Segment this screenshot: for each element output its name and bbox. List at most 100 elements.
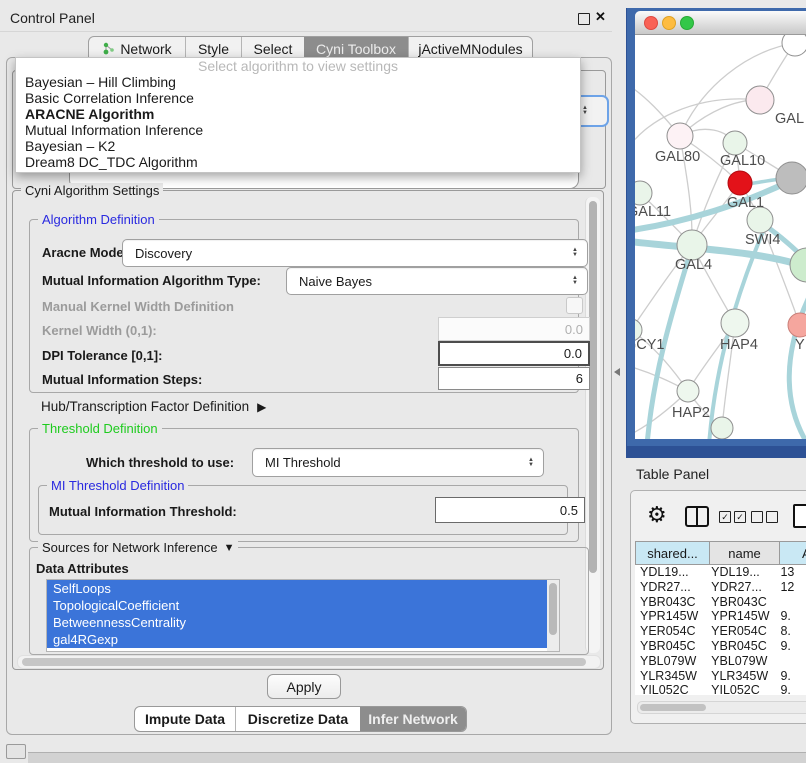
data-attributes-list[interactable]: SelfLoops TopologicalCoefficient Between… [46,579,560,652]
table-row[interactable]: YBR045CYBR045C9. [635,639,806,654]
which-threshold-combo[interactable]: MI Threshold ▲▼ [252,448,544,477]
node-label: GAL [775,111,804,127]
settings-gear-icon[interactable]: ⚙ [647,502,667,528]
mi-threshold-field[interactable]: 0.5 [435,497,585,523]
scrollbar-thumb[interactable] [549,583,557,635]
menu-item-mutual-information[interactable]: Mutual Information Inference [16,122,580,138]
settings-horizontal-scrollbar[interactable] [17,655,601,669]
node-label: GAL10 [720,153,765,169]
table-header: shared... name A [635,541,806,565]
page-icon[interactable] [793,504,806,528]
float-window-icon[interactable] [578,13,590,25]
dpi-tolerance-field[interactable]: 0.0 [438,341,590,366]
node[interactable] [667,123,693,149]
node[interactable] [677,230,707,260]
close-window-icon[interactable] [644,16,658,30]
network-window-frame: GAL GAL80 GAL10 GAL1 GAL11 SWI4 GAL4 GCY… [627,8,806,446]
table-row[interactable]: YBL079WYBL079W [635,654,806,669]
node[interactable] [782,35,806,56]
menu-item-bayesian-hill-climbing[interactable]: Bayesian – Hill Climbing [16,74,580,90]
kernel-width-label: Kernel Width (0,1): [42,323,157,338]
sources-title-text: Sources for Network Inference [42,540,218,555]
table-row[interactable]: YDR27...YDR27...12 [635,580,806,595]
column-header-shared-name[interactable]: shared... [636,542,710,564]
table-panel-window: ⚙ ✓ ✓ shared... name A YDL19...YDL19...1… [630,490,806,724]
hub-factor-expander[interactable]: Hub/Transcription Factor Definition ▶ [41,399,266,414]
select-all-checkboxes-icon[interactable]: ✓ ✓ [719,511,746,523]
node-label: Y [795,337,805,353]
menu-item-aracne[interactable]: ARACNE Algorithm [16,106,580,122]
node-label: GAL11 [635,204,671,220]
aracne-mode-combo[interactable]: Discovery ▲▼ [122,239,588,267]
zoom-window-icon[interactable] [680,16,694,30]
tab-label: Select [254,41,293,57]
mi-threshold-value: 0.5 [560,503,578,518]
node[interactable] [790,248,806,282]
tab-impute-data[interactable]: Impute Data [135,707,235,731]
menu-item-basic-correlation[interactable]: Basic Correlation Inference [16,90,580,106]
table-row[interactable]: YLR345WYLR345W9. [635,669,806,684]
table-panel-title: Table Panel [636,466,709,482]
network-icon [102,42,115,55]
menu-item-bayesian-k2[interactable]: Bayesian – K2 [16,138,580,154]
tab-infer-network[interactable]: Infer Network [360,707,466,731]
list-item[interactable]: gal4RGexp [47,631,559,648]
collapse-left-icon[interactable] [614,368,620,376]
apply-button[interactable]: Apply [267,674,341,699]
mi-steps-field[interactable]: 6 [438,367,590,390]
bottom-panel-edge[interactable] [28,752,806,763]
column-header-partial[interactable]: A [780,542,806,564]
node[interactable] [723,131,747,155]
network-graph: GAL GAL80 GAL10 GAL1 GAL11 SWI4 GAL4 GCY… [635,35,806,439]
list-item[interactable]: BetweennessCentrality [47,614,559,631]
dpi-tolerance-value: 0.0 [564,346,582,361]
list-vertical-scrollbar[interactable] [547,580,559,651]
table-row[interactable]: YPR145WYPR145W9. [635,609,806,624]
list-item[interactable]: TopologicalCoefficient [47,597,559,614]
node-label: GAL4 [675,257,712,273]
node[interactable] [677,380,699,402]
scrollbar-thumb[interactable] [640,704,706,711]
minimize-window-icon[interactable] [662,16,676,30]
table-row[interactable]: YDL19...YDL19...13 [635,565,806,580]
scrollbar-thumb[interactable] [22,658,586,666]
menu-item-dream8[interactable]: Dream8 DC_TDC Algorithm [16,154,580,170]
table-row[interactable]: YER054CYER054C8. [635,624,806,639]
close-panel-icon[interactable]: ✕ [595,9,606,25]
combo-arrows-icon: ▲▼ [567,276,583,286]
node-label: HAP4 [720,337,758,353]
node-gal1-selected[interactable] [728,171,752,195]
table-row[interactable]: YIL052CYIL052C9. [635,683,806,695]
sources-group-title[interactable]: Sources for Network Inference ▼ [38,540,238,555]
node[interactable] [746,86,774,114]
apply-label: Apply [286,679,321,695]
aracne-mode-value: Discovery [123,246,567,261]
deselect-all-checkboxes-icon[interactable] [751,511,778,523]
kernel-width-field[interactable]: 0.0 [438,317,590,341]
column-header-name[interactable]: name [710,542,780,564]
network-window-titlebar[interactable] [635,11,806,35]
tab-discretize-data[interactable]: Discretize Data [236,707,360,731]
mi-type-value: Naive Bayes [287,274,567,289]
mi-threshold-group: MI Threshold Definition Mutual Informati… [38,485,568,535]
algorithm-dropdown-popup: Select algorithm to view settings Bayesi… [15,57,581,173]
table-horizontal-scrollbar[interactable] [637,701,806,714]
table-row[interactable]: YBR043CYBR043C [635,595,806,610]
manual-kernel-checkbox[interactable] [566,297,583,314]
algorithm-definition-group: Algorithm Definition Aracne Mode: Discov… [29,219,579,393]
restore-panel-icon[interactable] [6,744,26,759]
node[interactable] [788,313,806,337]
mi-type-combo[interactable]: Naive Bayes ▲▼ [286,267,588,295]
expand-right-icon: ▶ [257,400,266,414]
split-pane-divider[interactable] [612,8,626,753]
node[interactable] [721,309,749,337]
node[interactable] [776,162,806,194]
node[interactable] [711,417,733,439]
list-item[interactable]: SelfLoops [47,580,559,597]
network-canvas[interactable]: GAL GAL80 GAL10 GAL1 GAL11 SWI4 GAL4 GCY… [635,35,806,439]
scrollbar-thumb[interactable] [589,201,597,573]
table-rows[interactable]: YDL19...YDL19...13 YDR27...YDR27...12 YB… [635,565,806,695]
tab-label: Network [120,41,171,57]
split-columns-icon[interactable] [685,506,709,527]
tab-label: jActiveMNodules [418,41,522,57]
